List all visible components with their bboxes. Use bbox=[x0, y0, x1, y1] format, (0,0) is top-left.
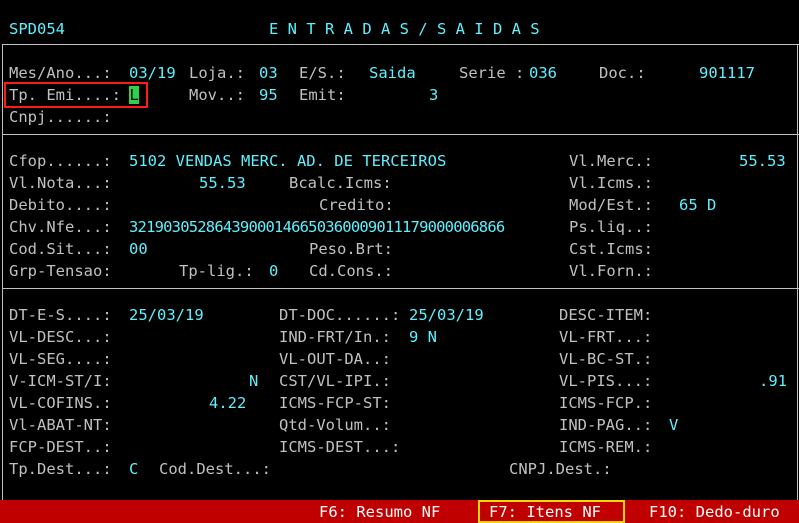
icms-fcp-label: ICMS-FCP.: bbox=[559, 394, 653, 412]
frame-left-line bbox=[2, 44, 3, 503]
section-divider-2 bbox=[2, 288, 799, 289]
loja-field[interactable]: 03 bbox=[259, 63, 278, 83]
serie-field[interactable]: 036 bbox=[529, 63, 557, 83]
ind-pag-field[interactable]: V bbox=[669, 415, 678, 435]
cst-vl-ipi-label: CST/VL-IPI.: bbox=[279, 372, 391, 390]
f10-dedo-duro-key[interactable]: F10: Dedo-duro bbox=[649, 502, 780, 522]
dt-es-field[interactable]: 25/03/19 bbox=[129, 305, 204, 325]
mes-ano-field[interactable]: 03/19 bbox=[129, 63, 176, 83]
frame-right-line bbox=[797, 44, 798, 503]
tp-lig-field[interactable]: 0 bbox=[269, 261, 278, 281]
frame-top-line bbox=[2, 44, 799, 45]
vl-bc-st-label: VL-BC-ST.: bbox=[559, 350, 653, 368]
vl-out-da-label: VL-OUT-DA..: bbox=[279, 350, 391, 368]
dt-doc-label: DT-DOC......: bbox=[279, 306, 401, 324]
f6-resumo-nf-key[interactable]: F6: Resumo NF bbox=[319, 502, 440, 522]
vl-icms-label: Vl.Icms.: bbox=[569, 174, 653, 192]
tp-dest-label: Tp.Dest...: bbox=[9, 460, 112, 478]
dt-doc-field[interactable]: 25/03/19 bbox=[409, 305, 484, 325]
qtd-volum-label: Qtd-Volum..: bbox=[279, 416, 391, 434]
icms-rem-label: ICMS-REM.: bbox=[559, 438, 653, 456]
mov-field[interactable]: 95 bbox=[259, 85, 278, 105]
cod-dest-label: Cod.Dest...: bbox=[159, 460, 271, 478]
cst-icms-label: Cst.Icms: bbox=[569, 240, 653, 258]
vl-nota-label: Vl.Nota...: bbox=[9, 174, 112, 192]
vl-cofins-label: VL-COFINS.: bbox=[9, 394, 112, 412]
cnpj-dest-label: CNPJ.Dest.: bbox=[509, 460, 612, 478]
debito-label: Debito....: bbox=[9, 196, 112, 214]
vl-desc-label: VL-DESC...: bbox=[9, 328, 112, 346]
es-field[interactable]: Saida bbox=[369, 63, 416, 83]
v-icm-st-field[interactable]: N bbox=[249, 371, 258, 391]
doc-field[interactable]: 901117 bbox=[699, 63, 755, 83]
vl-forn-label: Vl.Forn.: bbox=[569, 262, 653, 280]
highlight-f7-box bbox=[478, 500, 625, 523]
vl-frt-label: VL-FRT...: bbox=[559, 328, 653, 346]
cd-cons-label: Cd.Cons.: bbox=[309, 262, 393, 280]
v-icm-st-label: V-ICM-ST/I: bbox=[9, 372, 112, 390]
bcalc-icms-label: Bcalc.Icms: bbox=[289, 174, 392, 192]
vl-merc-field[interactable]: 55.53 bbox=[739, 151, 786, 171]
vl-abat-nt-label: Vl-ABAT-NT: bbox=[9, 416, 112, 434]
dt-es-label: DT-E-S....: bbox=[9, 306, 112, 324]
mov-label: Mov..: bbox=[189, 86, 245, 104]
emit-label: Emit: bbox=[299, 86, 346, 104]
chv-nfe-field[interactable]: 3219030528643900014665036000901117900000… bbox=[129, 217, 505, 237]
cnpj-label: Cnpj......: bbox=[9, 108, 112, 126]
loja-label: Loja.: bbox=[189, 64, 245, 82]
doc-label: Doc.: bbox=[599, 64, 646, 82]
chv-nfe-label: Chv.Nfe...: bbox=[9, 218, 112, 236]
cfop-field[interactable]: 5102 VENDAS MERC. AD. DE TERCEIROS bbox=[129, 151, 446, 171]
tp-dest-field[interactable]: C bbox=[129, 459, 138, 479]
mod-est-field[interactable]: 65 D bbox=[679, 195, 716, 215]
tp-lig-label: Tp-lig.: bbox=[179, 262, 254, 280]
screen-title: E N T R A D A S / S A I D A S bbox=[269, 20, 540, 38]
vl-nota-field[interactable]: 55.53 bbox=[199, 173, 246, 193]
vl-merc-label: Vl.Merc.: bbox=[569, 152, 653, 170]
peso-brt-label: Peso.Brt: bbox=[309, 240, 393, 258]
ind-frt-label: IND-FRT/In.: bbox=[279, 328, 391, 346]
grp-tensao-label: Grp-Tensao: bbox=[9, 262, 112, 280]
cod-sit-label: Cod.Sit...: bbox=[9, 240, 112, 258]
cod-sit-field[interactable]: 00 bbox=[129, 239, 148, 259]
vl-cofins-field[interactable]: 4.22 bbox=[209, 393, 246, 413]
mod-est-label: Mod/Est.: bbox=[569, 196, 653, 214]
vl-pis-field[interactable]: .91 bbox=[759, 371, 787, 391]
es-label: E/S.: bbox=[299, 64, 346, 82]
credito-label: Credito: bbox=[319, 196, 394, 214]
ps-liq-label: Ps.liq..: bbox=[569, 218, 653, 236]
ind-pag-label: IND-PAG..: bbox=[559, 416, 653, 434]
section-divider-1 bbox=[2, 134, 799, 135]
desc-item-label: DESC-ITEM: bbox=[559, 306, 653, 324]
program-code: SPD054 bbox=[9, 20, 65, 38]
vl-pis-label: VL-PIS...: bbox=[559, 372, 653, 390]
fcp-dest-label: FCP-DEST..: bbox=[9, 438, 112, 456]
icms-dest-label: ICMS-DEST...: bbox=[279, 438, 401, 456]
serie-label: Serie : bbox=[459, 64, 525, 82]
ind-frt-field[interactable]: 9 N bbox=[409, 327, 437, 347]
icms-fcp-st-label: ICMS-FCP-ST: bbox=[279, 394, 391, 412]
mes-ano-label: Mes/Ano...: bbox=[9, 64, 112, 82]
cfop-label: Cfop......: bbox=[9, 152, 112, 170]
highlight-tp-emi-box bbox=[4, 82, 148, 108]
vl-seg-label: VL-SEG....: bbox=[9, 350, 112, 368]
emit-field[interactable]: 3 bbox=[429, 85, 438, 105]
